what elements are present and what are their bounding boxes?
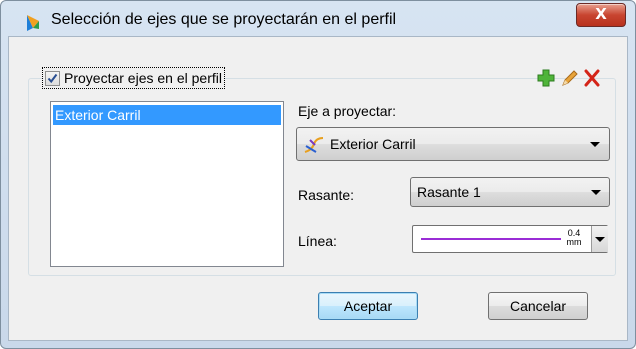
axis-to-project-value: Exterior Carril xyxy=(330,136,416,152)
chevron-down-icon xyxy=(591,190,601,195)
list-item[interactable]: Exterior Carril xyxy=(53,105,281,125)
project-axes-checkbox-row[interactable]: Proyectar ejes en el perfil xyxy=(42,67,225,89)
add-icon[interactable] xyxy=(536,68,556,88)
line-label: Línea: xyxy=(298,233,337,249)
axis-to-project-label: Eje a proyectar: xyxy=(298,103,397,119)
chevron-down-icon xyxy=(590,142,600,147)
line-width-unit: mm xyxy=(566,237,582,247)
axis-alignment-icon xyxy=(304,137,324,153)
axis-to-project-dropdown[interactable]: Exterior Carril xyxy=(296,127,610,161)
close-icon: X xyxy=(595,5,607,23)
rasante-label: Rasante: xyxy=(298,187,355,203)
delete-x-icon[interactable] xyxy=(582,68,602,88)
close-button[interactable]: X xyxy=(576,3,626,27)
rasante-dropdown[interactable]: Rasante 1 xyxy=(410,177,610,207)
edit-pencil-icon[interactable] xyxy=(560,68,580,88)
checkmark-icon xyxy=(47,73,58,83)
accept-button[interactable]: Aceptar xyxy=(318,292,418,320)
title-bar[interactable]: Selección de ejes que se proyectarán en … xyxy=(1,1,635,41)
project-axes-label: Proyectar ejes en el perfil xyxy=(64,70,222,86)
cancel-button[interactable]: Cancelar xyxy=(488,292,588,320)
chevron-down-icon xyxy=(595,237,605,242)
line-color-sample xyxy=(421,238,561,240)
rasante-value: Rasante 1 xyxy=(417,184,481,200)
axes-listbox[interactable]: Exterior Carril xyxy=(50,101,284,267)
line-style-dropdown-button[interactable] xyxy=(591,226,608,252)
line-style-selector[interactable]: 0.4 mm xyxy=(412,225,608,253)
project-axes-checkbox[interactable] xyxy=(45,70,60,86)
line-width-readout: 0.4 mm xyxy=(563,229,585,247)
app-logo-icon xyxy=(27,15,39,31)
window-title: Selección de ejes que se proyectarán en … xyxy=(51,11,397,28)
